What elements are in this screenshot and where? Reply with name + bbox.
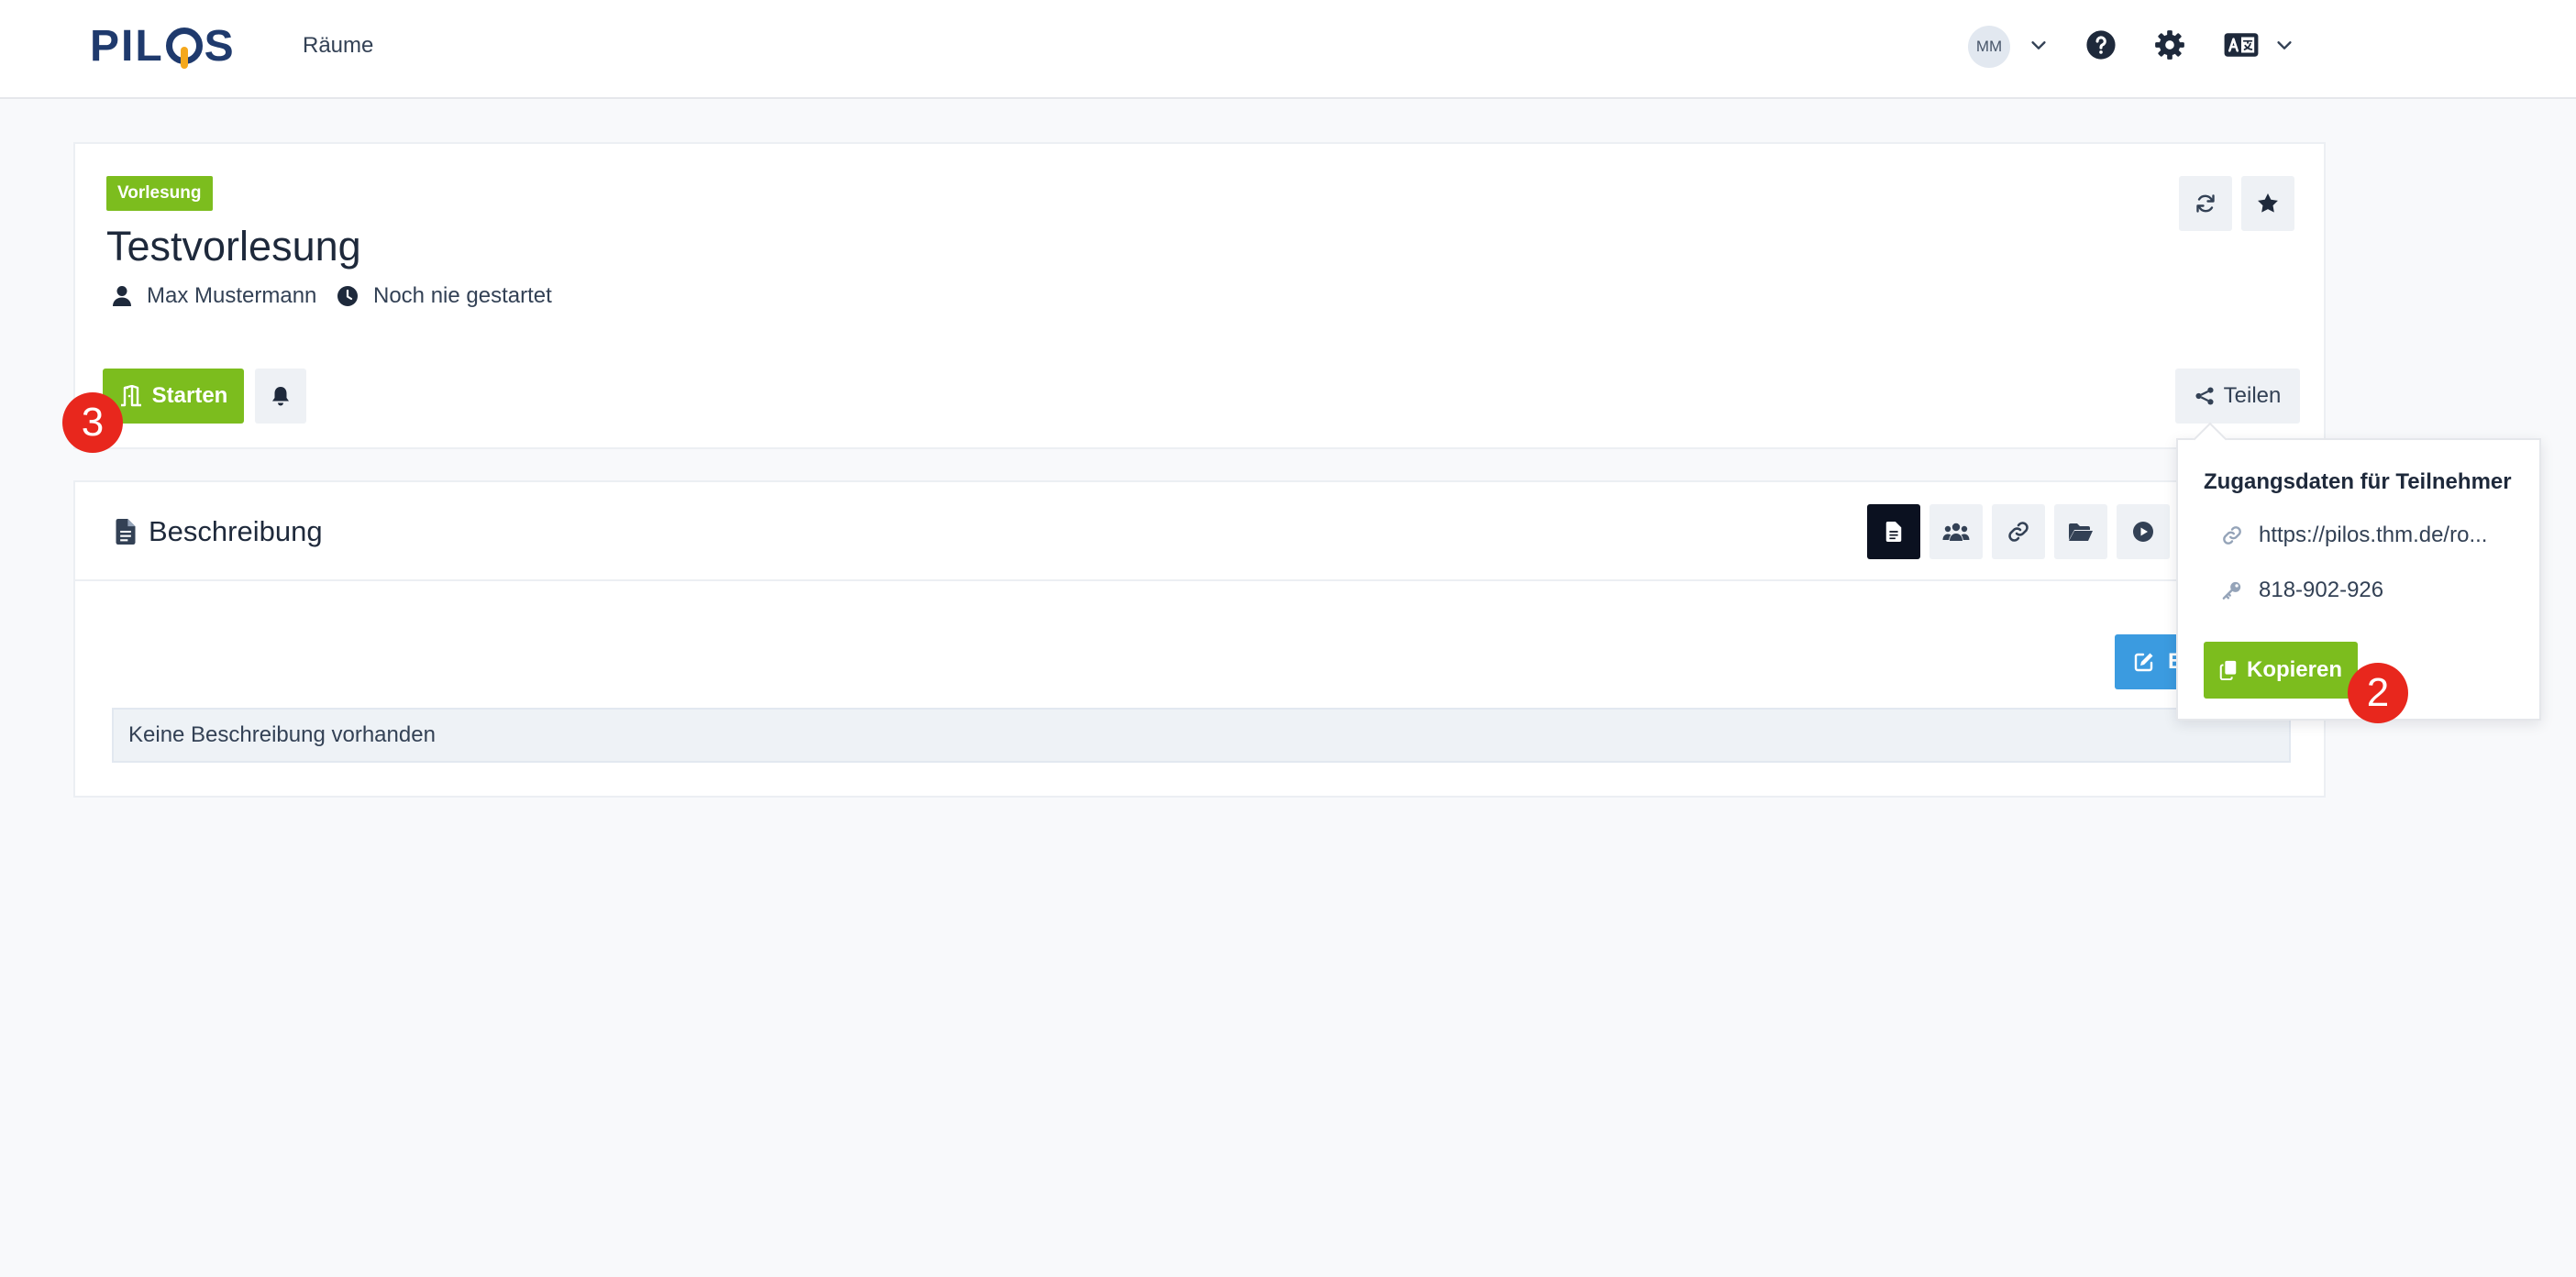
language-chevron-down-icon[interactable] bbox=[2274, 35, 2294, 55]
notify-bell-button[interactable] bbox=[255, 369, 306, 424]
user-menu-chevron-down-icon[interactable] bbox=[2029, 35, 2049, 55]
help-icon[interactable] bbox=[2085, 29, 2117, 61]
tab-files[interactable] bbox=[2054, 504, 2107, 559]
users-icon bbox=[1942, 523, 1970, 541]
start-button[interactable]: Starten bbox=[103, 369, 244, 424]
share-popover-title: Zugangsdaten für Teilnehmer bbox=[2204, 469, 2512, 494]
bell-icon bbox=[272, 387, 289, 406]
file-icon bbox=[1885, 522, 1902, 542]
pilos-logo[interactable]: PIL S bbox=[90, 18, 236, 73]
tab-recordings[interactable] bbox=[2117, 504, 2170, 559]
share-button[interactable]: Teilen bbox=[2175, 369, 2300, 424]
description-header: Beschreibung bbox=[75, 482, 2324, 581]
share-url-text[interactable]: https://pilos.thm.de/ro... bbox=[2259, 523, 2487, 548]
copy-button[interactable]: Kopieren bbox=[2204, 642, 2358, 699]
file-icon bbox=[116, 519, 136, 545]
start-button-label: Starten bbox=[151, 383, 228, 408]
room-owner-name: Max Mustermann bbox=[147, 283, 317, 308]
tab-members[interactable] bbox=[1929, 504, 1983, 559]
step-marker-start: 3 bbox=[62, 392, 123, 453]
room-last-started: Noch nie gestartet bbox=[337, 283, 552, 309]
description-title: Beschreibung bbox=[116, 515, 323, 548]
room-header-card: Vorlesung Testvorlesung Max Mustermann N… bbox=[73, 142, 2326, 449]
top-navbar: PIL S Räume MM bbox=[0, 0, 2576, 99]
description-card: Beschreibung Keine Beschreibung vorhande… bbox=[73, 480, 2326, 798]
description-title-text: Beschreibung bbox=[149, 515, 323, 547]
link-icon bbox=[2008, 522, 2029, 542]
room-type-badge: Vorlesung bbox=[106, 176, 213, 211]
tab-links[interactable] bbox=[1992, 504, 2045, 559]
user-icon bbox=[113, 286, 131, 306]
folder-open-icon bbox=[2069, 523, 2093, 541]
key-icon bbox=[2222, 581, 2241, 600]
nav-link-rooms[interactable]: Räume bbox=[303, 33, 373, 59]
share-button-label: Teilen bbox=[2223, 383, 2282, 408]
copy-icon bbox=[2219, 660, 2237, 680]
share-url-row: https://pilos.thm.de/ro... bbox=[2220, 523, 2487, 548]
logo-o-mark bbox=[165, 28, 203, 69]
tab-description[interactable] bbox=[1867, 504, 1920, 559]
link-icon bbox=[2223, 526, 2241, 545]
gear-icon[interactable] bbox=[2154, 29, 2185, 61]
logo-text-start: PIL bbox=[90, 21, 164, 71]
copy-button-label: Kopieren bbox=[2246, 657, 2342, 682]
play-circle-icon bbox=[2133, 522, 2153, 542]
logo-text-end: S bbox=[204, 21, 236, 71]
reload-icon bbox=[2196, 194, 2215, 213]
room-owner: Max Mustermann bbox=[112, 283, 316, 309]
language-icon[interactable] bbox=[2223, 29, 2260, 61]
empty-description-message: Keine Beschreibung vorhanden bbox=[112, 708, 2291, 763]
favorite-button[interactable] bbox=[2241, 176, 2294, 231]
share-access-code-row: 818-902-926 bbox=[2220, 578, 2383, 603]
step-marker-copy: 2 bbox=[2348, 663, 2408, 723]
reload-button[interactable] bbox=[2179, 176, 2232, 231]
clock-icon bbox=[337, 286, 358, 306]
door-open-icon bbox=[120, 385, 141, 407]
room-title: Testvorlesung bbox=[106, 223, 361, 270]
room-last-started-text: Noch nie gestartet bbox=[373, 283, 552, 308]
star-icon bbox=[2258, 193, 2278, 213]
edit-icon bbox=[2134, 653, 2153, 672]
share-access-code-text: 818-902-926 bbox=[2259, 578, 2384, 602]
share-icon bbox=[2195, 387, 2214, 405]
user-avatar[interactable]: MM bbox=[1968, 26, 2010, 68]
